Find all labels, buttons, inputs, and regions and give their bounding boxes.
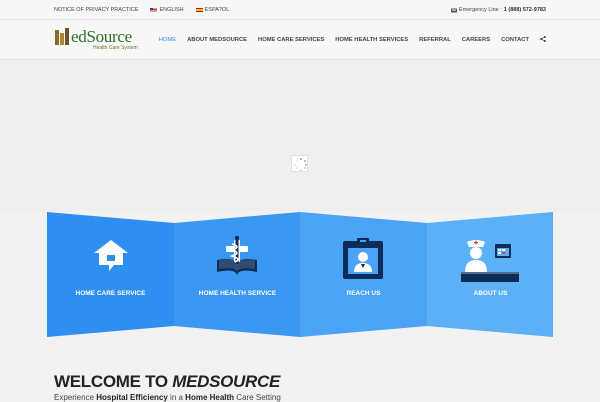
share-icon[interactable] bbox=[540, 36, 546, 44]
subline-bold: Home Health bbox=[185, 393, 235, 402]
hero-slider bbox=[0, 61, 600, 211]
top-bar-links: NOTICE OF PRIVACY PRACTICE ENGLISH ESPA?… bbox=[54, 7, 229, 13]
emergency-label: Emergency Line : bbox=[458, 7, 502, 13]
house-chat-icon bbox=[94, 240, 128, 271]
spain-flag-icon bbox=[195, 7, 203, 13]
subline-text: Care Setting bbox=[234, 393, 281, 402]
language-english-link[interactable]: ENGLISH bbox=[150, 7, 184, 13]
language-spanish-link[interactable]: ESPA?OL bbox=[195, 7, 230, 13]
service-label: HOME CARE SERVICE bbox=[75, 290, 146, 297]
welcome-brand: MEDSOURCE bbox=[172, 372, 281, 391]
phone-icon bbox=[450, 8, 457, 12]
nav-home-care-services[interactable]: HOME CARE SERVICES bbox=[258, 37, 324, 43]
service-label: ABOUT US bbox=[473, 290, 508, 297]
service-home-health[interactable]: HOME HEALTH SERVICE bbox=[174, 212, 301, 337]
loading-spinner-icon bbox=[291, 155, 308, 172]
nav-about-medsource[interactable]: ABOUT MEDSOURCE bbox=[187, 37, 247, 43]
emergency-number[interactable]: 1 (888) 572-9783 bbox=[504, 7, 546, 13]
nav-referral[interactable]: REFERRAL bbox=[419, 37, 451, 43]
welcome-heading: WELCOME TO MEDSOURCE bbox=[54, 372, 280, 392]
site-header: edSource Health Care System HOME ABOUT M… bbox=[0, 20, 600, 60]
top-bar: NOTICE OF PRIVACY PRACTICE ENGLISH ESPA?… bbox=[0, 0, 600, 20]
nav-home-health-services[interactable]: HOME HEALTH SERVICES bbox=[335, 37, 408, 43]
main-navigation: HOME ABOUT MEDSOURCE HOME CARE SERVICES … bbox=[148, 36, 546, 44]
us-flag-icon bbox=[150, 7, 158, 13]
nav-careers[interactable]: CAREERS bbox=[462, 37, 490, 43]
emergency-line: Emergency Line : 1 (888) 572-9783 bbox=[450, 7, 546, 13]
subline-text: in a bbox=[167, 393, 186, 402]
welcome-prefix: WELCOME TO bbox=[54, 372, 173, 391]
subline-text: Experience bbox=[54, 393, 97, 402]
medical-book-icon bbox=[217, 236, 257, 276]
service-label: REACH US bbox=[346, 290, 381, 297]
service-label: HOME HEALTH SERVICE bbox=[198, 290, 277, 297]
services-section: HOME CARE SERVICE HOME HEALTH SERVICE RE… bbox=[47, 212, 553, 337]
spanish-label: ESPA?OL bbox=[204, 7, 230, 13]
subline-bold: Hospital Efficiency bbox=[96, 393, 168, 402]
privacy-notice-link[interactable]: NOTICE OF PRIVACY PRACTICE bbox=[54, 7, 138, 13]
logo-tagline: Health Care System bbox=[93, 45, 138, 51]
welcome-subline: Experience Hospital Efficiency in a Home… bbox=[54, 393, 281, 402]
logo-mark-icon bbox=[55, 28, 69, 45]
id-badge-icon bbox=[343, 238, 383, 279]
service-about-us[interactable]: ABOUT US bbox=[427, 212, 554, 337]
service-home-care[interactable]: HOME CARE SERVICE bbox=[47, 212, 174, 337]
medsource-logo[interactable]: edSource Health Care System bbox=[55, 26, 145, 54]
nav-home[interactable]: HOME bbox=[159, 37, 176, 43]
nav-contact[interactable]: CONTACT bbox=[501, 37, 529, 43]
english-label: ENGLISH bbox=[159, 7, 184, 13]
privacy-notice-label: NOTICE OF PRIVACY PRACTICE bbox=[54, 7, 139, 13]
nurse-desk-icon bbox=[461, 240, 519, 282]
logo-wordmark: edSource bbox=[71, 27, 132, 46]
service-reach-us[interactable]: REACH US bbox=[300, 212, 427, 337]
